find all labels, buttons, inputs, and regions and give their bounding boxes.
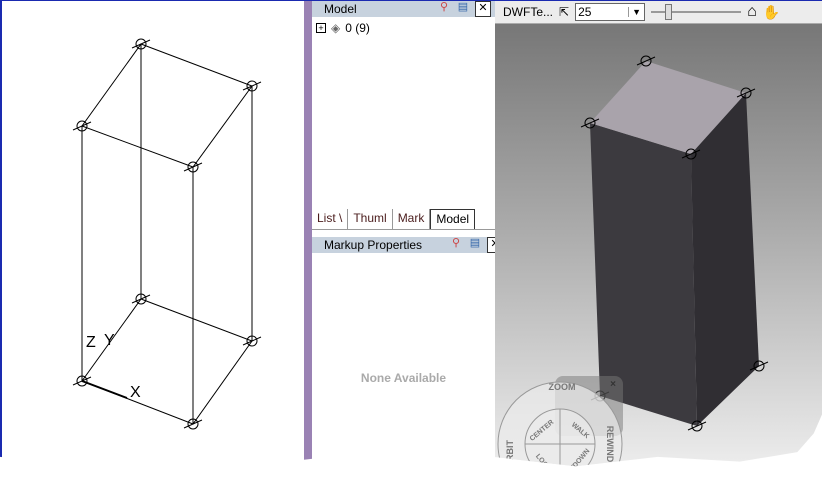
pin-icon[interactable]: ⚲ [437,1,451,15]
pan-hand-icon[interactable]: ✋ [763,4,780,21]
model-panel-title: Model [324,2,357,16]
wheel-close-icon[interactable]: × [610,379,616,390]
close-icon[interactable]: ✕ [475,1,491,17]
zoom-slider[interactable] [651,4,742,20]
3d-viewport-area: DWFTe... ⇱ 25 ▼ ⌂ ✋ ZOOM ORBIT REWIND CE… [495,1,822,471]
axis-x-label: X [130,384,141,401]
tab-model[interactable]: Model [430,209,476,229]
axis-z-label: Z [86,334,96,351]
zoom-value: 25 [578,5,592,19]
properties-icon[interactable]: ▤ [468,237,482,251]
tab-markups[interactable]: Mark [393,209,431,229]
toolbar: DWFTe... ⇱ 25 ▼ ⌂ ✋ [495,1,822,24]
layer-icon: ◈ [331,21,341,35]
tab-list[interactable]: List \ [312,209,349,229]
file-label[interactable]: DWFTe... [503,5,553,19]
select-cursor-icon[interactable]: ⇱ [559,5,569,19]
steering-wheel[interactable]: ZOOM ORBIT REWIND CENTER WALK LOOK UP/DO… [495,24,822,471]
panel-tabs: List \ Thuml Mark Model [312,209,495,230]
axis-y-label: Y [104,332,115,349]
app-window: Z Y X Model ⚲ ▤ ✕ + ◈ 0 (9) List \ Thuml M… [0,0,822,471]
tree-item-label: 0 (9) [345,21,370,35]
model-panel-header: Model ⚲ ▤ ✕ [312,1,495,17]
zoom-select[interactable]: 25 ▼ [575,3,646,21]
pin-icon[interactable]: ⚲ [449,237,463,251]
expand-icon[interactable]: + [316,23,326,33]
wireframe-viewport[interactable]: Z Y X [2,1,304,467]
splitter[interactable] [304,1,312,467]
side-panels: Model ⚲ ▤ ✕ + ◈ 0 (9) List \ Thuml Mark Mo… [312,1,507,467]
tab-thumbnails[interactable]: Thuml [348,209,393,229]
wheel-zoom[interactable]: ZOOM [549,382,576,392]
properties-icon[interactable]: ▤ [456,1,470,15]
markup-properties-title: Markup Properties [324,238,423,252]
empty-message: None Available [360,371,447,385]
home-icon[interactable]: ⌂ [747,3,757,21]
3d-view[interactable]: ZOOM ORBIT REWIND CENTER WALK LOOK UP/DO… [495,24,822,471]
markup-properties-header: Markup Properties ⚲▤✕ [312,237,507,253]
wheel-orbit[interactable]: ORBIT [505,440,515,469]
model-tree-item[interactable]: + ◈ 0 (9) [312,17,495,39]
slider-thumb[interactable] [665,4,673,20]
wheel-rewind[interactable]: REWIND [605,426,615,463]
wireframe-drawing: Z Y X [72,38,262,430]
chevron-down-icon[interactable]: ▼ [628,7,644,17]
